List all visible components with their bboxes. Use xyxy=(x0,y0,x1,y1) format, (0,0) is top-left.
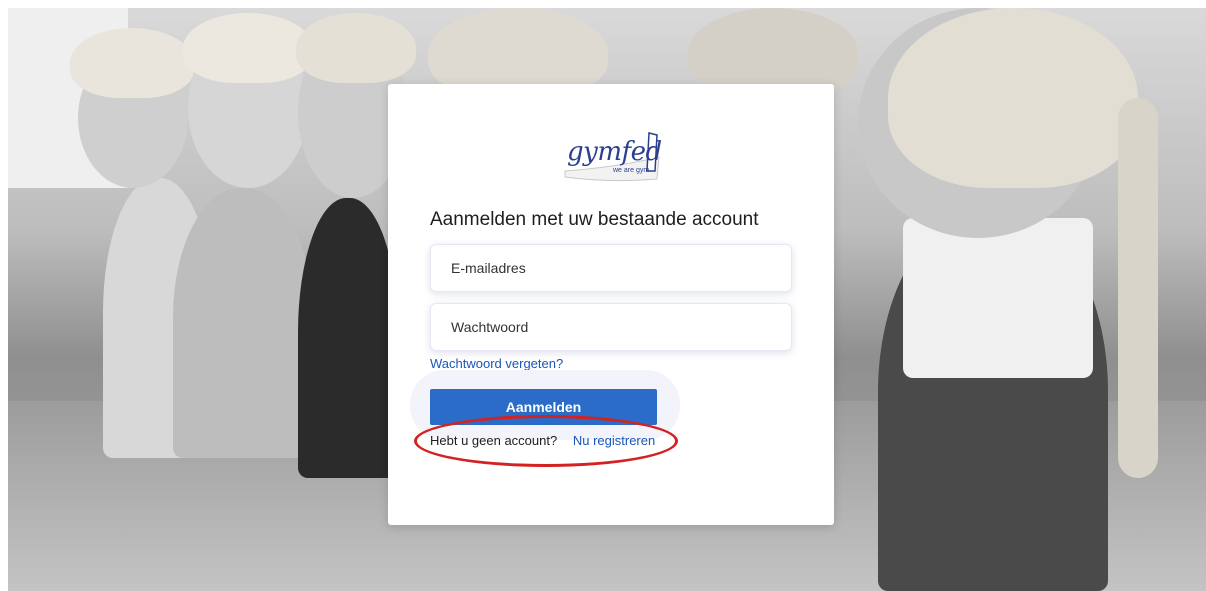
child-leotard xyxy=(903,218,1093,378)
child-braid xyxy=(1118,98,1158,478)
password-field[interactable] xyxy=(430,303,792,351)
page-title: Aanmelden met uw bestaande account xyxy=(430,209,759,230)
gymfed-logo: gymfed we are gym xyxy=(559,127,663,183)
forgot-password-link[interactable]: Wachtwoord vergeten? xyxy=(430,356,563,371)
child-hair xyxy=(183,13,313,83)
logo-wordmark: gymfed xyxy=(567,137,662,167)
logo-tagline: we are gym xyxy=(613,167,650,174)
child-hair xyxy=(296,13,416,83)
child-figure xyxy=(173,188,313,458)
email-field[interactable] xyxy=(430,244,792,292)
child-hair xyxy=(888,8,1138,188)
child-hair xyxy=(70,28,194,98)
annotation-ellipse xyxy=(414,415,678,467)
child-figure xyxy=(298,198,398,478)
